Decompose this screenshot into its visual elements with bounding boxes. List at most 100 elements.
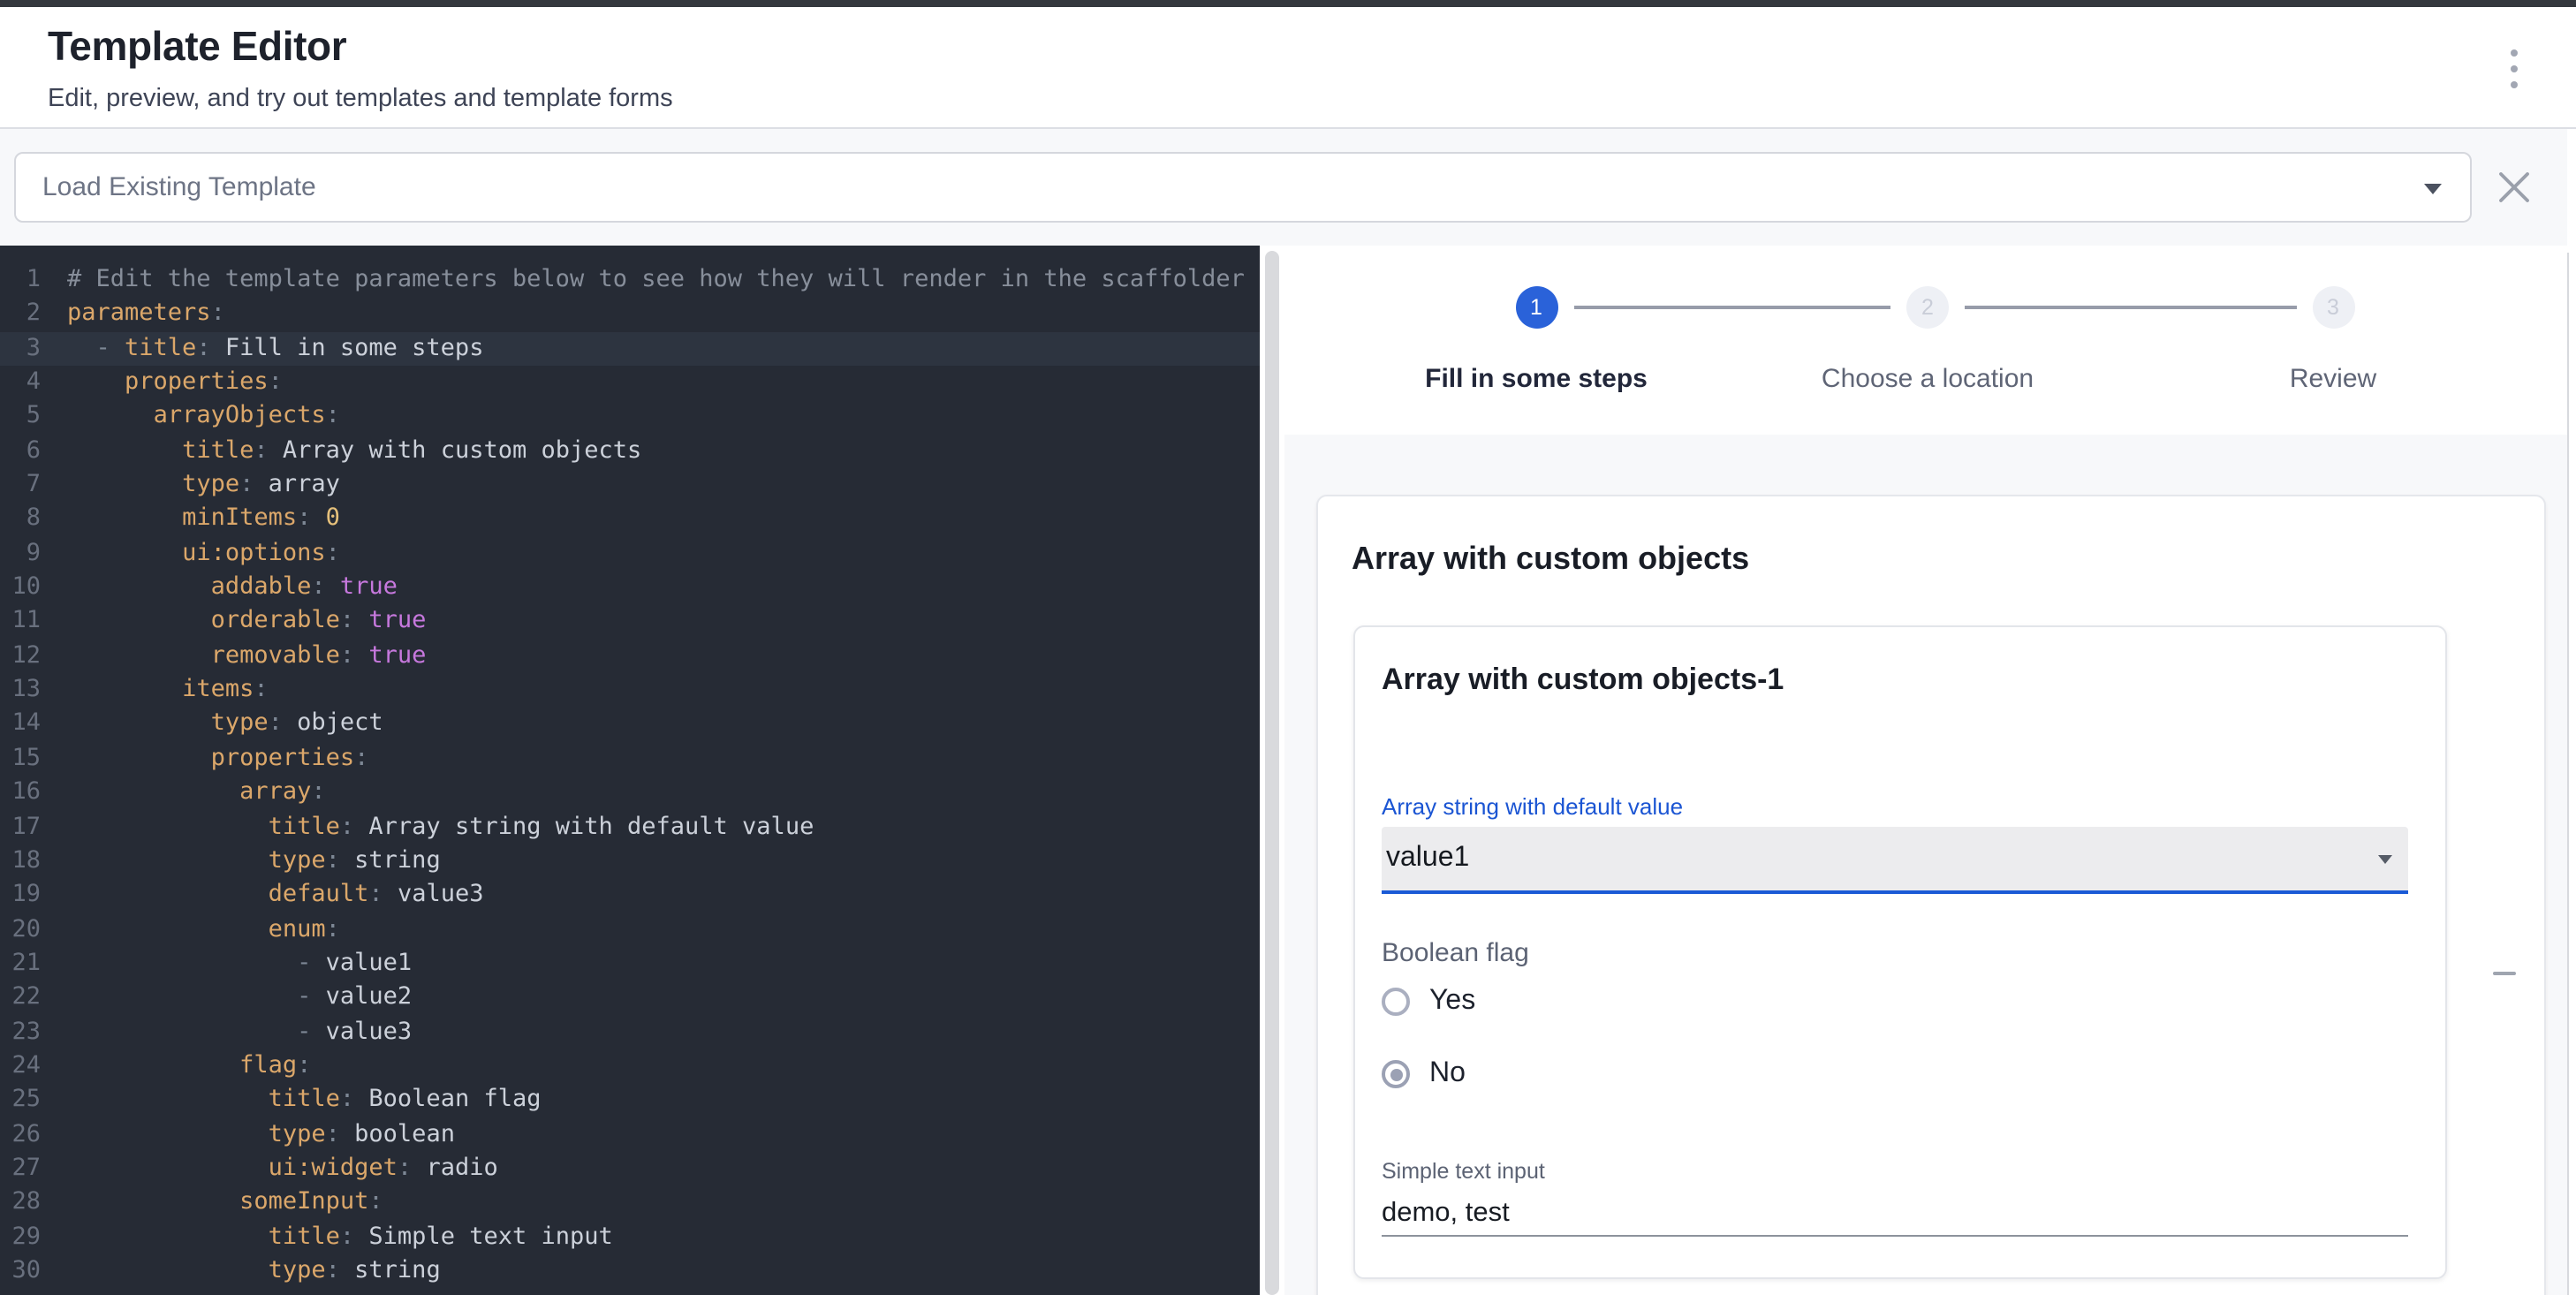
form-preview-area: Array with custom objects Array with cus… xyxy=(1284,435,2567,1295)
line-code: orderable: true xyxy=(67,605,426,640)
line-code: type: string xyxy=(67,1254,441,1289)
editor-line: 3 - title: Fill in some steps xyxy=(0,331,1260,366)
load-template-bar: Load Existing Template xyxy=(0,129,2567,246)
line-code: type: boolean xyxy=(67,1117,455,1152)
step-label-3[interactable]: Review xyxy=(2139,364,2527,394)
step-circle-2[interactable]: 2 xyxy=(1906,286,1949,329)
stepper-connector xyxy=(1573,306,1890,308)
line-code: # Edit the template parameters below to … xyxy=(67,263,1260,298)
step-label-1[interactable]: Fill in some steps xyxy=(1342,364,1731,394)
line-code: arrayObjects: xyxy=(67,400,340,435)
line-code: title: Array with custom objects xyxy=(67,434,641,468)
step-label-2[interactable]: Choose a location xyxy=(1733,364,2122,394)
page-header: Template Editor Edit, preview, and try o… xyxy=(0,6,2576,127)
main-split: 1 # Edit the template parameters below to… xyxy=(0,246,2576,1295)
remove-array-item-button[interactable] xyxy=(2482,952,2525,995)
step-circle-3[interactable]: 3 xyxy=(2312,286,2354,329)
page-subtitle: Edit, preview, and try out templates and… xyxy=(48,84,673,112)
editor-line: 22 - value2 xyxy=(0,981,1260,1015)
line-number: 7 xyxy=(0,468,41,503)
array-string-select[interactable]: value1 xyxy=(1382,827,2408,890)
line-number: 15 xyxy=(0,742,41,776)
boolean-flag-label: Boolean flag xyxy=(1382,935,2408,969)
radio-option-label: Yes xyxy=(1429,985,1475,1017)
line-code: title: Simple text input xyxy=(67,1220,613,1254)
editor-line: 10 addable: true xyxy=(0,571,1260,605)
radio-checked-icon[interactable] xyxy=(1382,1060,1410,1088)
line-code: minItems: 0 xyxy=(67,503,340,537)
page-scrollbar-track[interactable] xyxy=(2567,252,2569,1295)
editor-line: 13 items: xyxy=(0,673,1260,708)
line-code: ui:options: xyxy=(67,537,340,572)
line-code: - value1 xyxy=(67,947,412,981)
editor-line: 8 minItems: 0 xyxy=(0,503,1260,537)
form-section-title: Array with custom objects xyxy=(1352,541,1749,578)
editor-line: 14 type: object xyxy=(0,708,1260,742)
editor-line: 25 title: Boolean flag xyxy=(0,1084,1260,1118)
yaml-code-editor[interactable]: 1 # Edit the template parameters below to… xyxy=(0,246,1260,1295)
editor-line: 20 enum: xyxy=(0,913,1260,947)
line-code: addable: true xyxy=(67,571,398,605)
line-code: type: array xyxy=(67,468,340,503)
step-circle-1[interactable]: 1 xyxy=(1515,286,1557,329)
preview-panel: 1 Fill in some steps 2 Choose a location 3 Re… xyxy=(1284,246,2567,1295)
line-number: 5 xyxy=(0,400,41,435)
simple-text-input[interactable]: demo, test xyxy=(1382,1198,2408,1230)
line-number: 6 xyxy=(0,434,41,468)
kebab-menu-icon[interactable] xyxy=(2505,49,2523,87)
radio-option-no[interactable]: No xyxy=(1382,1058,2408,1090)
editor-line: 19 default: value3 xyxy=(0,878,1260,913)
line-number: 26 xyxy=(0,1117,41,1152)
line-code: type: object xyxy=(67,708,383,742)
line-number: 27 xyxy=(0,1152,41,1186)
line-number: 4 xyxy=(0,366,41,400)
template-editor-page: Template Editor Edit, preview, and try o… xyxy=(0,0,2576,1295)
editor-line: 6 title: Array with custom objects xyxy=(0,434,1260,468)
line-number: 28 xyxy=(0,1186,41,1221)
line-number: 23 xyxy=(0,1015,41,1049)
line-code: - title: Fill in some steps xyxy=(67,331,483,366)
line-number: 19 xyxy=(0,878,41,913)
editor-scrollbar[interactable] xyxy=(1264,250,1279,1294)
editor-line: 21 - value1 xyxy=(0,947,1260,981)
line-number: 9 xyxy=(0,537,41,572)
array-item-card: Array with custom objects-1 Array string… xyxy=(1353,625,2446,1278)
line-code: removable: true xyxy=(67,640,426,674)
boolean-flag-radio-group: Yes No xyxy=(1382,985,2408,1090)
clear-template-button[interactable] xyxy=(2495,168,2534,207)
line-number: 24 xyxy=(0,1049,41,1084)
page-title: Template Editor xyxy=(48,22,346,70)
line-code: properties: xyxy=(67,742,368,776)
radio-unchecked-icon[interactable] xyxy=(1382,987,1410,1015)
load-existing-template-select[interactable]: Load Existing Template xyxy=(14,152,2472,223)
editor-line: 15 properties: xyxy=(0,742,1260,776)
editor-line: 9 ui:options: xyxy=(0,537,1260,572)
editor-line: 4 properties: xyxy=(0,366,1260,400)
load-select-placeholder: Load Existing Template xyxy=(42,172,316,202)
line-number: 21 xyxy=(0,947,41,981)
line-code: properties: xyxy=(67,366,283,400)
line-number: 2 xyxy=(0,298,41,332)
window-top-bar xyxy=(0,0,2576,6)
select-focus-underline xyxy=(1382,890,2408,893)
line-code: title: Array string with default value xyxy=(67,810,814,844)
line-code: type: string xyxy=(67,844,441,879)
line-number: 29 xyxy=(0,1220,41,1254)
editor-lines: 1 # Edit the template parameters below to… xyxy=(0,263,1260,1289)
editor-line: 12 removable: true xyxy=(0,640,1260,674)
line-number: 12 xyxy=(0,640,41,674)
line-code: - value2 xyxy=(67,981,412,1015)
line-number: 18 xyxy=(0,844,41,879)
line-code: parameters: xyxy=(67,298,225,332)
radio-option-yes[interactable]: Yes xyxy=(1382,985,2408,1017)
line-code: array: xyxy=(67,776,326,810)
editor-line: 1 # Edit the template parameters below to… xyxy=(0,263,1260,298)
minus-icon xyxy=(2492,972,2515,975)
line-number: 10 xyxy=(0,571,41,605)
line-code: items: xyxy=(67,673,269,708)
line-number: 1 xyxy=(0,263,41,298)
editor-line: 5 arrayObjects: xyxy=(0,400,1260,435)
editor-line: 24 flag: xyxy=(0,1049,1260,1084)
line-number: 20 xyxy=(0,913,41,947)
text-input-underline xyxy=(1382,1235,2408,1237)
